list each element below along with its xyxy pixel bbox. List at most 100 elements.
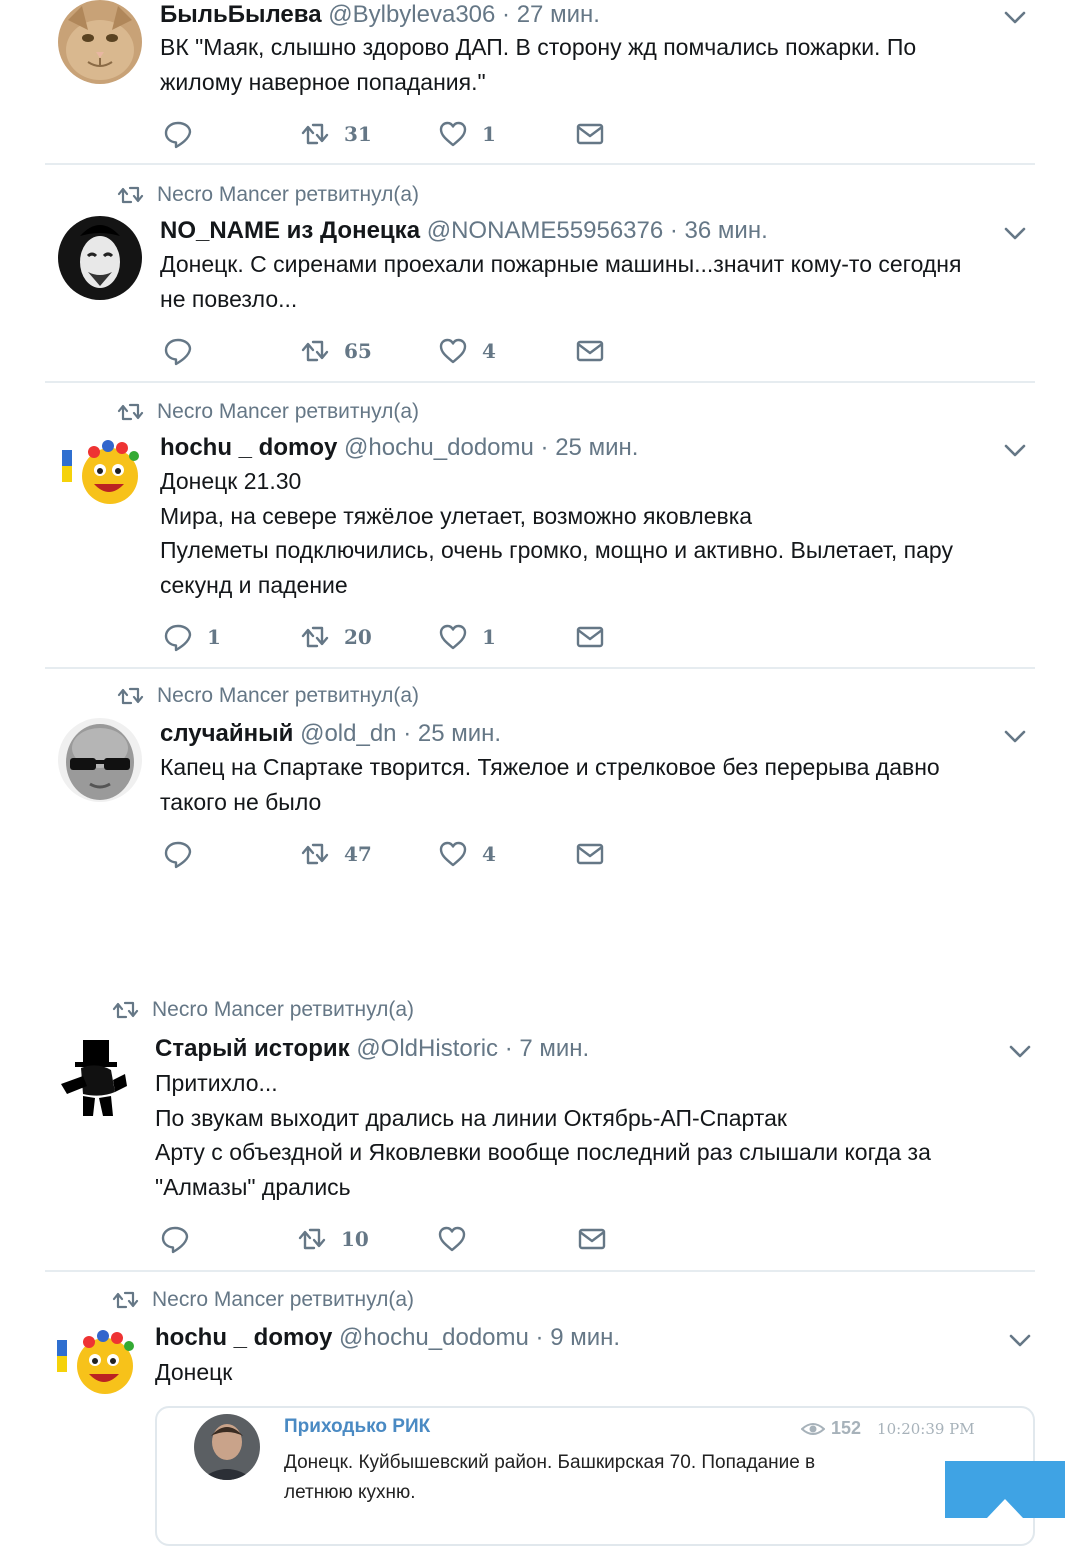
author-name[interactable]: Старый историк xyxy=(155,1035,350,1062)
avatar-smiley[interactable] xyxy=(58,430,142,514)
retweet-context[interactable]: Necro Mancer ретвитнул(а) xyxy=(112,1288,414,1312)
tweet-text: Притихло... По звукам выходит дрались на… xyxy=(155,1070,931,1200)
chevron-down-icon[interactable] xyxy=(1009,1045,1031,1059)
avatar-sunglasses[interactable] xyxy=(58,718,142,802)
retweet-button[interactable]: 47 xyxy=(300,839,372,869)
quote-avatar[interactable] xyxy=(194,1414,260,1480)
retweet-button[interactable]: 20 xyxy=(300,622,372,652)
tweet-time[interactable]: 36 мин. xyxy=(685,217,768,244)
reply-button[interactable] xyxy=(163,839,207,869)
tweet-time[interactable]: 27 мин. xyxy=(517,1,600,28)
tweet-time[interactable]: 25 мин. xyxy=(418,720,501,747)
author-handle[interactable]: @hochu_dodomu xyxy=(339,1324,529,1351)
heart-icon xyxy=(438,839,468,869)
retweet-button[interactable]: 31 xyxy=(300,119,372,149)
divider xyxy=(45,163,1035,165)
retweet-icon xyxy=(300,622,330,652)
like-button[interactable]: 1 xyxy=(438,622,496,652)
retweet-small-icon xyxy=(117,185,145,205)
tweet-header: случайный @old_dn · 25 мин. xyxy=(160,720,502,747)
like-button[interactable]: 4 xyxy=(438,336,496,366)
mail-icon xyxy=(575,839,605,869)
divider xyxy=(45,1270,1035,1272)
chevron-down-icon[interactable] xyxy=(1004,730,1026,744)
reply-button[interactable] xyxy=(163,119,207,149)
author-handle[interactable]: @OldHistoric xyxy=(356,1035,498,1062)
tweet-time[interactable]: 7 мин. xyxy=(519,1035,589,1062)
quoted-post-card[interactable]: Приходько РИК 152 10:20:39 PM Донецк. Ку… xyxy=(155,1406,1035,1546)
author-name[interactable]: случайный xyxy=(160,720,293,747)
arrow-up-icon xyxy=(987,1499,1023,1518)
author-name[interactable]: hochu _ domoy xyxy=(160,434,337,461)
retweet-small-icon xyxy=(112,1290,140,1310)
tweet-text: ВК "Маяк, слышно здорово ДАП. В сторону … xyxy=(160,34,917,95)
retweet-button[interactable]: 65 xyxy=(300,336,372,366)
direct-message-button[interactable] xyxy=(575,336,605,366)
avatar-anonymous-mask[interactable] xyxy=(58,216,142,300)
author-handle[interactable]: @NONAME55956376 xyxy=(427,217,663,244)
mail-icon xyxy=(577,1224,607,1254)
heart-icon xyxy=(438,336,468,366)
reply-icon xyxy=(160,1224,190,1254)
direct-message-button[interactable] xyxy=(575,119,605,149)
divider xyxy=(45,667,1035,669)
retweet-context[interactable]: Necro Mancer ретвитнул(а) xyxy=(117,400,419,424)
reply-icon xyxy=(163,839,193,869)
avatar-cat[interactable] xyxy=(58,0,142,84)
tweet-text: Донецк 21.30 Мира, на севере тяжёлое уле… xyxy=(160,468,953,598)
retweet-icon xyxy=(300,839,330,869)
mail-icon xyxy=(575,336,605,366)
author-handle[interactable]: @Bylbyleva306 xyxy=(328,1,495,28)
retweet-small-icon xyxy=(117,686,145,706)
view-count: 152 xyxy=(831,1418,862,1438)
retweet-small-icon xyxy=(117,402,145,422)
avatar-top-hat[interactable] xyxy=(53,1036,137,1120)
tweet-header: hochu _ domoy @hochu_dodomu · 25 мин. xyxy=(160,434,639,461)
tweet-header: NO_NAME из Донецка @NONAME55956376 · 36 … xyxy=(160,217,768,244)
direct-message-button[interactable] xyxy=(577,1224,607,1254)
tweet-time[interactable]: 9 мин. xyxy=(550,1324,620,1351)
divider xyxy=(45,381,1035,383)
retweet-button[interactable]: 10 xyxy=(297,1224,369,1254)
quote-time: 10:20:39 PM xyxy=(877,1419,975,1438)
quote-author-name[interactable]: Приходько РИК xyxy=(284,1416,430,1438)
reply-button[interactable]: 1 xyxy=(163,622,221,652)
reply-button[interactable] xyxy=(160,1224,204,1254)
tweet-text: Донецк xyxy=(155,1359,233,1385)
chevron-down-icon[interactable] xyxy=(1004,444,1026,458)
reply-button[interactable] xyxy=(163,336,207,366)
quote-meta: 152 10:20:39 PM xyxy=(801,1418,975,1439)
author-name[interactable]: БыльБылева xyxy=(160,1,322,28)
author-name[interactable]: hochu _ domoy xyxy=(155,1324,332,1351)
direct-message-button[interactable] xyxy=(575,622,605,652)
retweet-icon xyxy=(300,119,330,149)
retweet-context[interactable]: Necro Mancer ретвитнул(а) xyxy=(117,183,419,207)
avatar-smiley[interactable] xyxy=(53,1320,137,1404)
reply-icon xyxy=(163,336,193,366)
author-handle[interactable]: @old_dn xyxy=(300,720,396,747)
tweet-time[interactable]: 25 мин. xyxy=(555,434,638,461)
scroll-to-top-button[interactable] xyxy=(945,1461,1065,1518)
chevron-down-icon[interactable] xyxy=(1009,1334,1031,1348)
tweet-text: Капец на Спартаке творится. Тяжелое и ст… xyxy=(160,754,940,815)
retweet-icon xyxy=(300,336,330,366)
like-button[interactable]: 1 xyxy=(438,119,496,149)
tweet-header: hochu _ domoy @hochu_dodomu · 9 мин. xyxy=(155,1324,621,1351)
chevron-down-icon[interactable] xyxy=(1004,11,1026,25)
tweet-header: БыльБылева @Bylbyleva306 · 27 мин. xyxy=(160,1,600,28)
retweet-icon xyxy=(297,1224,327,1254)
like-button[interactable] xyxy=(437,1224,481,1254)
author-handle[interactable]: @hochu_dodomu xyxy=(344,434,534,461)
retweet-context[interactable]: Necro Mancer ретвитнул(а) xyxy=(117,684,419,708)
direct-message-button[interactable] xyxy=(575,839,605,869)
heart-icon xyxy=(437,1224,467,1254)
like-button[interactable]: 4 xyxy=(438,839,496,869)
heart-icon xyxy=(438,119,468,149)
tweet-text: Донецк. С сиренами проехали пожарные маш… xyxy=(160,251,962,312)
chevron-down-icon[interactable] xyxy=(1004,227,1026,241)
reply-icon xyxy=(163,622,193,652)
retweet-context[interactable]: Necro Mancer ретвитнул(а) xyxy=(112,998,414,1022)
quote-text: Донецк. Куйбышевский район. Башкирская 7… xyxy=(284,1452,816,1503)
author-name[interactable]: NO_NAME из Донецка xyxy=(160,217,420,244)
eye-icon xyxy=(801,1422,825,1435)
